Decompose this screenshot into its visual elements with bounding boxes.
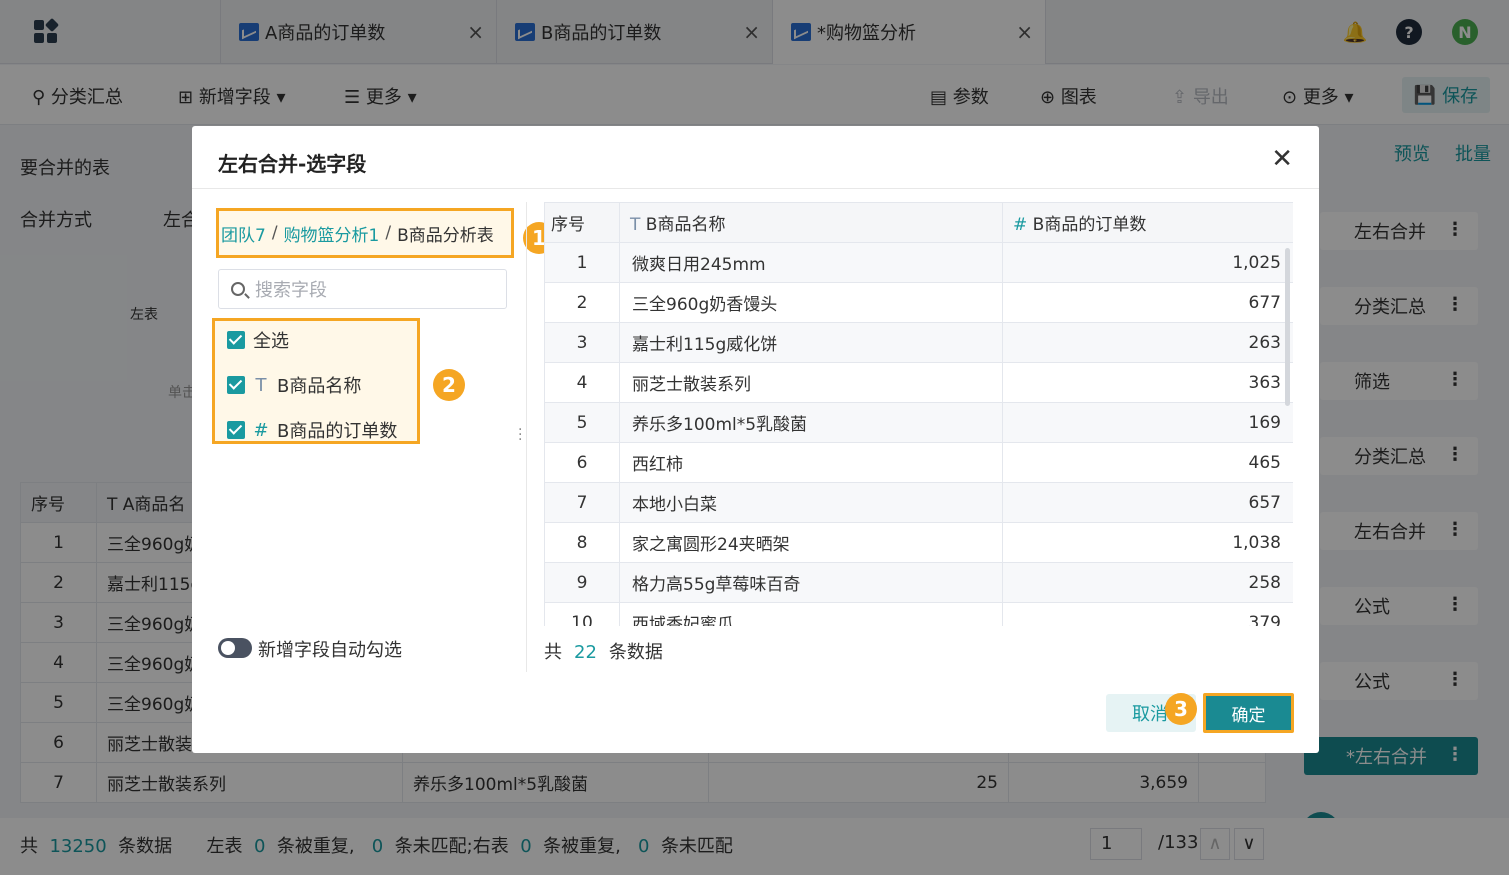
table-row: 10 西域香妃蜜瓜 379 xyxy=(544,602,1293,626)
auto-select-toggle[interactable] xyxy=(218,638,252,658)
auto-select-label: 新增字段自动勾选 xyxy=(258,640,402,661)
preview-table-container[interactable]: 序号 T B商品名称 # B商品的订单数 1 微爽日用245mm 1,025 2 三全… xyxy=(544,202,1293,626)
select-all-checkbox[interactable]: 全选 xyxy=(227,327,289,353)
dialog-title: 左右合并-选字段 xyxy=(218,152,367,176)
table-row: 7 本地小白菜 657 xyxy=(544,482,1293,523)
breadcrumb-current: B商品分析表 xyxy=(397,225,494,246)
search-placeholder: 搜索字段 xyxy=(255,280,327,301)
table-row: 4 丽芝士散装系列 363 xyxy=(544,362,1293,403)
field-checkbox-orders[interactable]: # B商品的订单数 xyxy=(227,417,397,443)
table-row: 3 嘉士利115g威化饼 263 xyxy=(544,322,1293,363)
table-row: 6 西红柿 465 xyxy=(544,442,1293,483)
field-checkbox-name[interactable]: T B商品名称 xyxy=(227,372,361,398)
step-badge: 3 xyxy=(1165,693,1197,725)
resize-handle-icon[interactable]: · · · xyxy=(518,423,522,447)
checkbox-icon xyxy=(227,376,245,394)
col-header-name: T B商品名称 xyxy=(619,202,1003,243)
checkbox-icon xyxy=(227,331,245,349)
table-row: 1 微爽日用245mm 1,025 xyxy=(544,242,1293,283)
scrollbar[interactable] xyxy=(1285,248,1290,406)
number-type-icon: # xyxy=(253,419,269,441)
search-icon xyxy=(231,282,245,296)
table-row: 8 家之寓圆形24夹晒架 1,038 xyxy=(544,522,1293,563)
table-row: 2 三全960g奶香馒头 677 xyxy=(544,282,1293,323)
close-icon[interactable]: ✕ xyxy=(1271,144,1293,174)
search-input[interactable]: 搜索字段 xyxy=(218,269,507,309)
divider xyxy=(526,202,527,672)
breadcrumb: 团队7/购物篮分析1/B商品分析表 xyxy=(216,208,514,258)
breadcrumb-team[interactable]: 团队7 xyxy=(221,221,266,246)
text-type-icon: T xyxy=(255,374,267,396)
select-fields-dialog: 左右合并-选字段 ✕ 团队7/购物篮分析1/B商品分析表 1 搜索字段 全选 T… xyxy=(192,126,1319,753)
table-row: 9 格力高55g草莓味百奇 258 xyxy=(544,562,1293,603)
divider xyxy=(192,188,1319,189)
preview-table: 序号 T B商品名称 # B商品的订单数 1 微爽日用245mm 1,025 2 三全… xyxy=(544,202,1293,626)
col-header-index: 序号 xyxy=(544,202,620,243)
row-count: 共 22 条数据 xyxy=(544,642,663,663)
checkbox-icon xyxy=(227,421,245,439)
breadcrumb-analysis[interactable]: 购物篮分析1 xyxy=(284,221,380,246)
col-header-orders: # B商品的订单数 xyxy=(1002,202,1293,243)
step-badge: 2 xyxy=(433,369,465,401)
confirm-button[interactable]: 确定 xyxy=(1203,693,1294,733)
field-list: 全选 T B商品名称 # B商品的订单数 xyxy=(212,318,420,444)
table-row: 5 养乐多100ml*5乳酸菌 169 xyxy=(544,402,1293,443)
